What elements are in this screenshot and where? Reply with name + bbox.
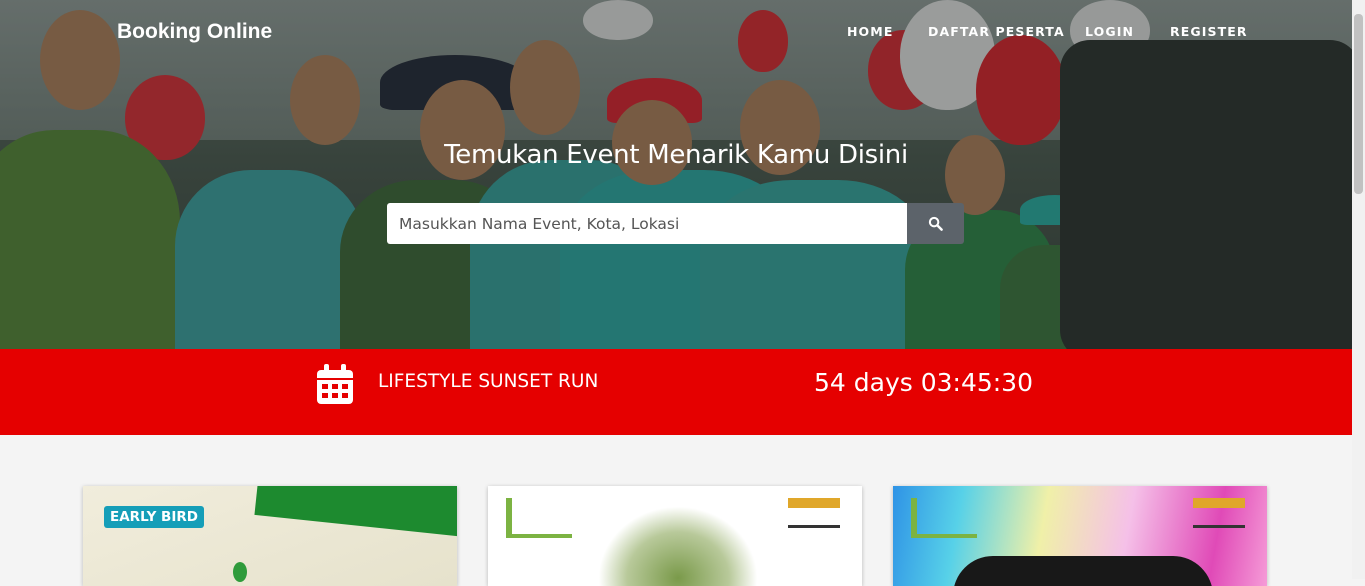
calendar-icon xyxy=(317,364,353,404)
jtp-group-logo xyxy=(788,498,840,528)
jtp-group-logo xyxy=(1193,498,1245,528)
brand-logo[interactable]: Booking Online xyxy=(117,20,272,44)
featured-event-name[interactable]: LIFESTYLE SUNSET RUN xyxy=(378,371,598,392)
nav-home[interactable]: HOME xyxy=(847,24,893,39)
colour-fun-title-art xyxy=(953,556,1213,586)
search-button[interactable] xyxy=(907,203,964,244)
jawa-timur-park-logo xyxy=(911,498,977,538)
nav-register[interactable]: REGISTER xyxy=(1170,24,1248,39)
search-input[interactable] xyxy=(387,203,907,244)
event-card[interactable] xyxy=(83,486,457,586)
featured-event-band xyxy=(0,349,1352,435)
jawa-timur-park-logo xyxy=(506,498,572,538)
hero-banner xyxy=(0,0,1352,349)
nav-daftar-peserta[interactable]: DAFTAR PESERTA xyxy=(928,24,1065,39)
card-poster-art xyxy=(233,562,247,582)
search-icon xyxy=(928,216,943,231)
event-countdown: 54 days 03:45:30 xyxy=(814,368,1033,397)
event-card[interactable] xyxy=(488,486,862,586)
scrollbar-thumb[interactable] xyxy=(1354,14,1363,194)
hero-title: Temukan Event Menarik Kamu Disini xyxy=(444,140,908,170)
card-poster-art xyxy=(598,506,758,586)
nav-login[interactable]: LOGIN xyxy=(1085,24,1134,39)
early-bird-badge: EARLY BIRD xyxy=(104,506,204,528)
hero-overlay xyxy=(0,0,1352,349)
event-card[interactable] xyxy=(893,486,1267,586)
